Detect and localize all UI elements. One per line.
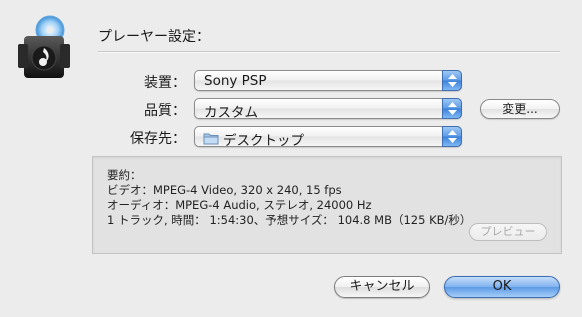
- cancel-button[interactable]: キャンセル: [334, 276, 430, 298]
- summary-video: ビデオ：MPEG-4 Video, 320 x 240, 15 fps: [107, 183, 342, 197]
- folder-icon: [203, 130, 219, 149]
- summary-panel: 要約： ビデオ：MPEG-4 Video, 320 x 240, 15 fps …: [92, 156, 562, 254]
- device-label: 装置：: [144, 75, 186, 91]
- change-quality-button[interactable]: 変更...: [480, 99, 560, 119]
- preview-button[interactable]: プレビュー: [469, 223, 547, 241]
- quality-popup[interactable]: カスタム: [194, 98, 462, 121]
- updown-arrows-icon: [442, 126, 462, 147]
- summary-audio: オーディオ：MPEG-4 Audio, ステレオ, 24000 Hz: [107, 198, 372, 212]
- save-to-popup[interactable]: デスクトップ: [194, 126, 462, 149]
- device-value: Sony PSP: [204, 73, 267, 89]
- summary-heading: 要約：: [107, 168, 142, 182]
- save-to-value: デスクトップ: [223, 133, 304, 149]
- quality-label: 品質：: [144, 103, 186, 119]
- ok-button[interactable]: OK: [444, 276, 560, 298]
- summary-track: 1 トラック, 時間： 1:54:30、予想サイズ： 104.8 MB（125 …: [107, 213, 472, 227]
- device-popup[interactable]: Sony PSP: [194, 70, 462, 91]
- save-to-label: 保存先：: [130, 131, 186, 147]
- header-title: プレーヤー設定：: [98, 29, 210, 45]
- updown-arrows-icon: [442, 70, 462, 91]
- updown-arrows-icon: [442, 98, 462, 119]
- quality-value: カスタム: [204, 105, 258, 121]
- app-icon: [14, 14, 82, 82]
- player-settings-sheet: プレーヤー設定： 装置： Sony PSP 品質： カスタム 変更... 保存先…: [0, 0, 582, 317]
- header-divider: [98, 51, 560, 53]
